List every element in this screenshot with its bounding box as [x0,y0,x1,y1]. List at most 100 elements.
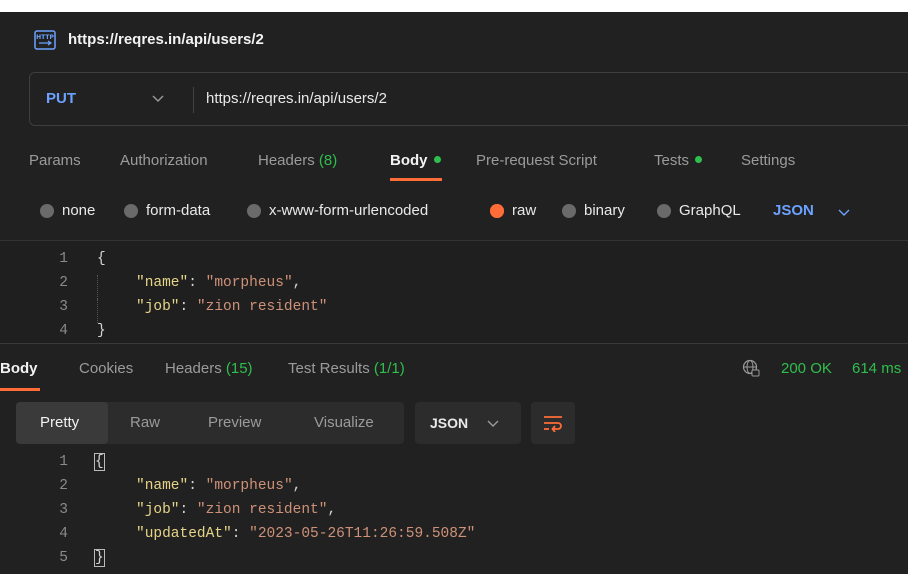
radio-none[interactable] [40,204,54,218]
line-number: 1 [59,454,68,470]
tab-body[interactable]: Body [390,152,441,169]
json-value: "2023-05-26T11:26:59.508Z" [249,526,476,542]
radio-label-urlencoded[interactable]: x-www-form-urlencoded [269,202,428,219]
response-body-viewer[interactable]: 1 { 2 "name": "morpheus", 3 "job": "zion… [0,452,908,574]
tab-body-label: Body [390,152,428,169]
response-tab-body[interactable]: Body [0,360,38,377]
json-value: "morpheus" [205,478,293,494]
view-raw-button[interactable]: Raw [130,414,160,431]
response-format-select[interactable]: JSON [415,402,521,444]
tab-headers-label: Headers [258,152,315,169]
code-line: 5 } [0,549,908,574]
divider [193,87,194,113]
active-tab-underline [390,178,442,181]
line-number: 5 [59,550,68,566]
indent-guide [97,299,99,323]
request-title: https://reqres.in/api/users/2 [68,31,264,48]
response-tab-test-results[interactable]: Test Results (1/1) [288,360,405,377]
radio-raw[interactable] [490,204,504,218]
json-key: "job" [136,299,180,315]
json-key: "name" [136,478,189,494]
tests-indicator-dot [695,156,703,163]
request-body-editor[interactable]: 1 { 2 "name": "morpheus", 3 "job": "zion… [0,241,908,343]
code-text: "job": "zion resident" [136,299,328,315]
code-text: "job": "zion resident", [136,502,337,518]
code-line: 3 "job": "zion resident" [0,299,908,323]
json-value: "morpheus" [205,275,293,291]
code-text: "name": "morpheus", [136,275,302,291]
view-mode-bar: Pretty Raw Preview Visualize [16,402,404,444]
json-key: "job" [136,502,180,518]
view-pretty-button[interactable]: Pretty [40,414,79,431]
title-bar: HTTP https://reqres.in/api/users/2 [0,12,908,56]
code-line: 4 "updatedAt": "2023-05-26T11:26:59.508Z… [0,526,908,550]
json-key: "updatedAt" [136,526,232,542]
method-select[interactable]: PUT [46,90,76,107]
code-text: { [94,453,105,471]
tab-params[interactable]: Params [29,152,81,169]
body-indicator-dot [433,156,441,163]
tab-settings[interactable]: Settings [741,152,795,169]
json-value: "zion resident" [196,502,328,518]
wrap-icon [544,416,562,432]
test-results-label: Test Results [288,360,370,377]
chevron-down-icon [487,420,499,427]
line-number: 3 [59,502,68,518]
response-headers-label: Headers [165,360,222,377]
status-code[interactable]: 200 OK [781,360,832,377]
json-comma: , [292,275,302,291]
url-input[interactable]: https://reqres.in/api/users/2 [206,90,387,107]
response-tab-cookies[interactable]: Cookies [79,360,133,377]
http-icon: HTTP [34,30,56,50]
response-tab-headers[interactable]: Headers (15) [165,360,253,377]
code-text: } [94,549,105,567]
json-value: "zion resident" [196,299,328,315]
line-number: 4 [59,323,68,339]
body-format-select[interactable]: JSON [773,202,814,219]
radio-label-none[interactable]: none [62,202,95,219]
radio-label-binary[interactable]: binary [584,202,625,219]
view-preview-button[interactable]: Preview [208,414,261,431]
svg-text:HTTP: HTTP [36,34,54,41]
test-results-count: (1/1) [373,360,405,377]
code-line: 4 } [0,323,908,343]
radio-label-form-data[interactable]: form-data [146,202,210,219]
request-tabs: Params Authorization Headers (8) Body Pr… [0,148,908,184]
tab-authorization[interactable]: Authorization [120,152,208,169]
radio-graphql[interactable] [657,204,671,218]
line-number: 4 [59,526,68,542]
radio-label-raw[interactable]: raw [512,202,536,219]
code-text: } [97,323,106,339]
radio-x-www-form-urlencoded[interactable] [247,204,261,218]
url-bar: PUT https://reqres.in/api/users/2 [29,72,908,126]
radio-label-graphql[interactable]: GraphQL [679,202,741,219]
tab-pre-request-script[interactable]: Pre-request Script [476,152,597,169]
globe-lock-icon[interactable] [742,359,760,377]
line-number: 3 [59,299,68,315]
json-comma: , [327,502,337,518]
response-format-label: JSON [430,415,469,431]
radio-binary[interactable] [562,204,576,218]
code-text: { [97,251,106,267]
active-response-tab-underline [0,388,40,391]
tab-headers[interactable]: Headers (8) [258,152,337,169]
chevron-down-icon[interactable] [838,209,850,217]
tab-tests[interactable]: Tests [654,152,703,169]
tab-tests-label: Tests [654,152,690,169]
radio-form-data[interactable] [124,204,138,218]
line-number: 2 [59,275,68,291]
body-type-selector: none form-data x-www-form-urlencoded raw… [0,198,908,226]
top-strip [0,0,908,12]
chevron-down-icon[interactable] [152,95,164,103]
response-tabs: Body Cookies Headers (15) Test Results (… [0,350,908,390]
divider [0,343,908,344]
headers-count: (8) [318,152,338,169]
line-number: 2 [59,478,68,494]
wrap-lines-button[interactable] [531,402,575,444]
response-time[interactable]: 614 ms [852,360,901,377]
view-visualize-button[interactable]: Visualize [314,414,374,431]
code-line: 2 "name": "morpheus", [0,275,908,299]
json-key: "name" [136,275,189,291]
code-text: "updatedAt": "2023-05-26T11:26:59.508Z" [136,526,476,542]
response-headers-count: (15) [225,360,253,377]
